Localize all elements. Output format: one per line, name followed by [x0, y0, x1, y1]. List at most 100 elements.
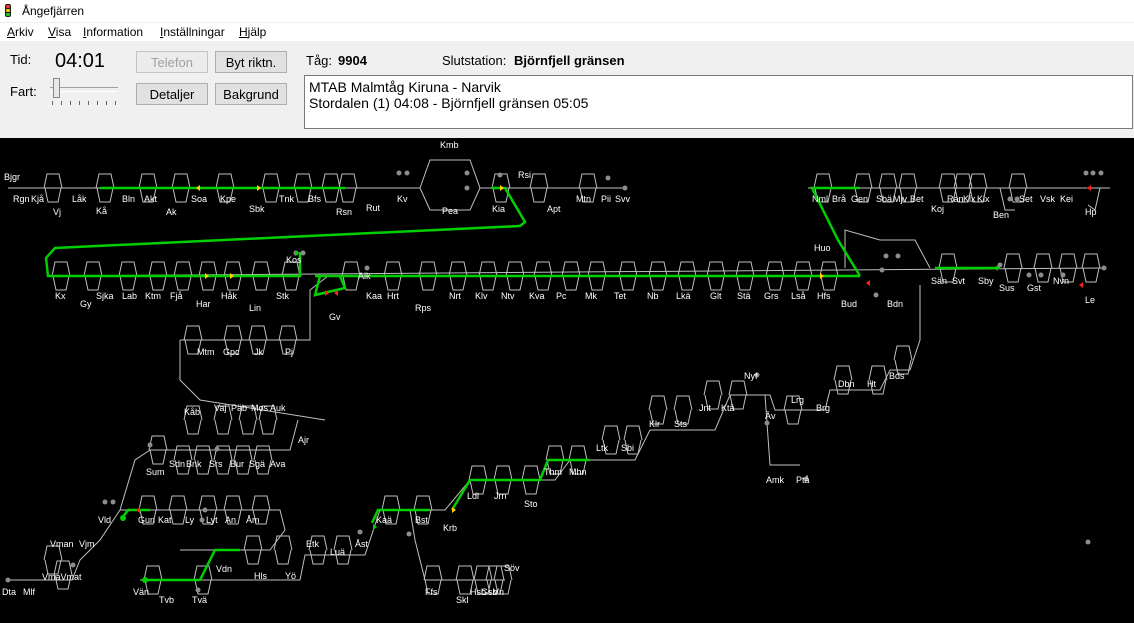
station-label[interactable]: Mhn — [569, 467, 587, 477]
station-label[interactable]: Sän — [931, 276, 947, 286]
station-label[interactable]: Rps — [415, 303, 432, 313]
station-label[interactable]: Söv — [504, 563, 520, 573]
station-label[interactable]: Dbn — [838, 379, 855, 389]
menu-hjalp[interactable]: Hjälp — [239, 25, 266, 39]
station-label[interactable]: Mos — [251, 403, 269, 413]
station-label[interactable]: Etk — [306, 539, 320, 549]
station-label[interactable]: Dta — [2, 587, 16, 597]
station-label[interactable]: Lså — [791, 291, 806, 301]
station-label[interactable]: Sbk — [249, 204, 265, 214]
station-label[interactable]: Srs — [209, 459, 223, 469]
station-label[interactable]: Pj — [285, 347, 293, 357]
station-label[interactable]: Kos — [286, 255, 302, 265]
station-label[interactable]: Bst — [415, 515, 429, 525]
station-label[interactable]: Sts — [674, 419, 688, 429]
speed-slider-thumb[interactable] — [53, 78, 60, 98]
station-label[interactable]: Vn — [493, 587, 504, 597]
station-label[interactable]: Pii — [601, 194, 611, 204]
station-label[interactable]: Brg — [816, 403, 830, 413]
station-label[interactable]: Jrn — [494, 491, 507, 501]
station-label[interactable]: Kaa — [366, 291, 382, 301]
station-label[interactable]: Tet — [614, 291, 627, 301]
station-label[interactable]: Tvb — [159, 595, 174, 605]
station-label[interactable]: Gpc — [223, 347, 240, 357]
station-label[interactable]: Klx — [977, 194, 990, 204]
station-label[interactable]: Glt — [710, 291, 722, 301]
station-label[interactable]: Set — [1019, 194, 1033, 204]
station-label[interactable]: Jnt — [699, 403, 712, 413]
station-label[interactable]: Kia — [492, 204, 505, 214]
station-label[interactable]: Kx — [55, 291, 66, 301]
station-label[interactable]: Jk — [254, 347, 264, 357]
signal-icon[interactable] — [500, 185, 504, 191]
signal-icon[interactable] — [257, 185, 261, 191]
station-label[interactable]: Gun — [138, 515, 155, 525]
speed-slider-track[interactable] — [50, 87, 118, 92]
station-label[interactable]: Mk — [585, 291, 597, 301]
station-label[interactable]: Klv — [475, 291, 488, 301]
station-label[interactable]: Sbi — [621, 443, 634, 453]
signal-icon[interactable] — [1079, 282, 1083, 288]
station-label[interactable]: Ktä — [721, 403, 735, 413]
train-position-marker[interactable] — [120, 515, 126, 521]
station-label[interactable]: Rgn — [13, 194, 30, 204]
station-label[interactable]: Ffs — [425, 587, 438, 597]
station-label[interactable]: Hrt — [387, 291, 399, 301]
station-label[interactable]: Hls — [254, 571, 267, 581]
menu-arkiv[interactable]: Arkiv — [7, 25, 34, 39]
station-label[interactable]: Gst — [1027, 283, 1042, 293]
station-label[interactable]: Mtm — [197, 347, 215, 357]
station-label[interactable]: Soa — [191, 194, 207, 204]
station-label[interactable]: Stä — [737, 291, 751, 301]
train-position-marker[interactable] — [142, 577, 148, 583]
station-label[interactable]: Sbä — [876, 194, 892, 204]
station-label[interactable]: Vän — [133, 587, 149, 597]
byt-riktning-button[interactable]: Byt riktn. — [215, 51, 287, 73]
station-label[interactable]: Mjv — [893, 194, 907, 204]
station-label[interactable]: Nvn — [1053, 276, 1069, 286]
signal-icon[interactable] — [820, 273, 824, 279]
station-label[interactable]: Svv — [615, 194, 631, 204]
station-label[interactable]: Äv — [765, 411, 776, 421]
station-label[interactable]: Nb — [647, 291, 659, 301]
station-label[interactable]: Ak — [166, 207, 177, 217]
station-label[interactable]: Bln — [122, 194, 135, 204]
station-label[interactable]: Lin — [249, 303, 261, 313]
station-label[interactable]: Sjka — [96, 291, 114, 301]
station-label[interactable]: Kva — [529, 291, 545, 301]
station-label[interactable]: Vjm — [79, 539, 95, 549]
signal-icon[interactable] — [230, 273, 234, 279]
station-label[interactable]: Ltk — [596, 443, 609, 453]
station-label[interactable]: Tvä — [192, 595, 207, 605]
station-label[interactable]: Grs — [764, 291, 779, 301]
station-label[interactable]: Pc — [556, 291, 567, 301]
signal-icon[interactable] — [866, 280, 870, 286]
station-label[interactable]: Päb — [231, 403, 247, 413]
station-label[interactable]: Bjgr — [4, 172, 20, 182]
station-label[interactable]: Ktm — [145, 291, 161, 301]
station-label[interactable]: Lkä — [676, 291, 691, 301]
station-label[interactable]: Ntv — [501, 291, 515, 301]
station-label[interactable]: Har — [196, 299, 211, 309]
station-label[interactable]: Mtn — [576, 194, 591, 204]
signal-icon[interactable] — [196, 185, 200, 191]
station-label[interactable]: Ldl — [467, 491, 479, 501]
station-label[interactable]: Kåb — [184, 407, 200, 417]
station-label[interactable]: Kmb — [440, 140, 459, 150]
station-label[interactable]: Ht — [867, 379, 876, 389]
station-label[interactable]: Ly — [185, 515, 195, 525]
station-label[interactable]: Kei — [1060, 194, 1073, 204]
station-label[interactable]: Bnk — [186, 459, 202, 469]
station-label[interactable]: Klx — [963, 194, 976, 204]
station-label[interactable]: Sum — [146, 467, 165, 477]
track-map[interactable]: Bjgr Rgn Kjå Vj Låk Kå Bln Akt Ak Soa Kpe Sbk Tnk Bfs… — [0, 138, 1134, 623]
menu-installningar[interactable]: Inställningar — [160, 25, 225, 39]
station-label[interactable]: Vaj — [214, 403, 226, 413]
station-label[interactable]: Rsn — [336, 207, 352, 217]
station-label[interactable]: Gy — [80, 299, 92, 309]
station-label[interactable]: Aik — [358, 271, 371, 281]
station-label[interactable]: Kaä — [376, 515, 392, 525]
station-label[interactable]: Stk — [276, 291, 290, 301]
station-label[interactable]: Fjå — [170, 291, 183, 301]
bakgrund-button[interactable]: Bakgrund — [215, 83, 287, 105]
